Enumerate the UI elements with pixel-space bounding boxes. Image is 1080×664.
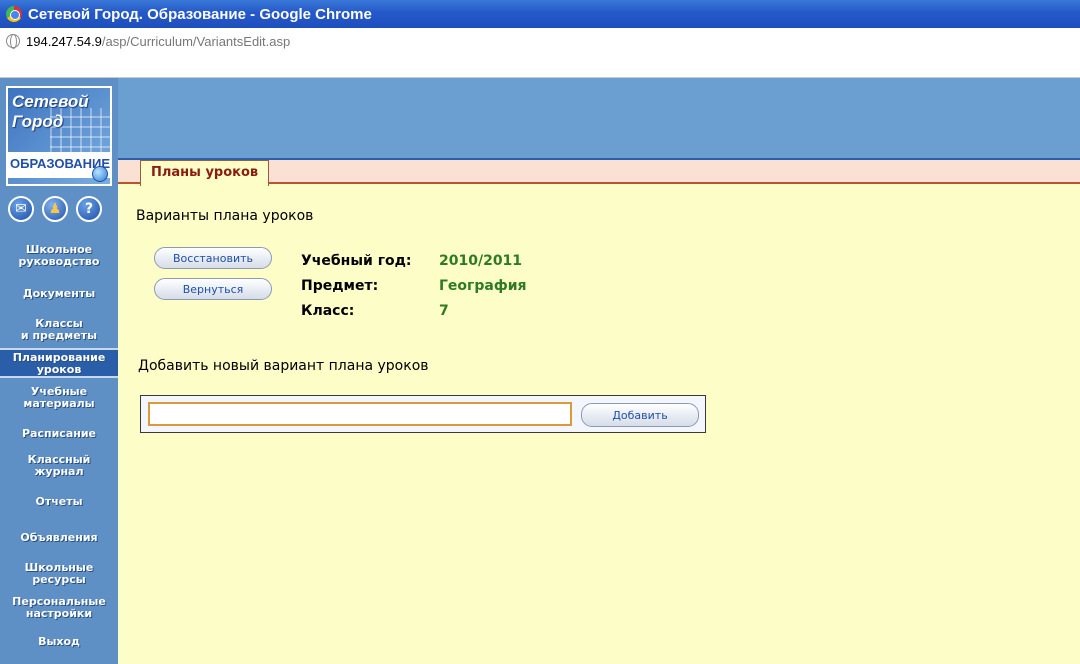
sidebar-item-label: журнал: [34, 465, 84, 478]
class-label: Класс:: [301, 302, 355, 319]
class-value: 7: [439, 302, 449, 319]
subject-value: География: [439, 277, 527, 294]
add-button[interactable]: Добавить: [581, 403, 699, 427]
site-logo[interactable]: Сетевой Город ОБРАЗОВАНИЕ: [6, 86, 112, 186]
page-header: [118, 78, 1080, 158]
sidebar-item-label: ресурсы: [32, 573, 86, 586]
mail-icon[interactable]: ✉: [8, 196, 34, 222]
variant-name-input[interactable]: [148, 402, 572, 426]
sidebar-item-label: руководство: [18, 255, 100, 268]
sidebar-item-settings[interactable]: Персональные настройки: [0, 596, 118, 620]
sidebar-item-documents[interactable]: Документы: [0, 288, 118, 300]
add-variant-title: Добавить новый вариант плана уроков: [138, 358, 429, 374]
sidebar-item-schedule[interactable]: Расписание: [0, 428, 118, 440]
info-row-year: Учебный год: 2010/2011: [301, 248, 527, 273]
year-value: 2010/2011: [439, 252, 523, 269]
subject-label: Предмет:: [301, 277, 379, 294]
url-row[interactable]: 194.247.54.9 /asp/Curriculum/VariantsEdi…: [6, 32, 290, 50]
year-label: Учебный год:: [301, 252, 412, 269]
window-title: Сетевой Город. Образование - Google Chro…: [28, 5, 372, 23]
sidebar-item-lesson-planning[interactable]: Планирование уроков: [0, 348, 118, 378]
info-row-class: Класс: 7: [301, 298, 527, 323]
return-button[interactable]: Вернуться: [154, 278, 272, 300]
main-content: Варианты плана уроков Восстановить Верну…: [118, 186, 1080, 664]
url-host: 194.247.54.9: [26, 33, 102, 49]
sidebar-item-school-management[interactable]: Школьное руководство: [0, 244, 118, 268]
info-row-subject: Предмет: География: [301, 273, 527, 298]
sidebar-item-label: Объявления: [20, 531, 98, 544]
sidebar-item-materials[interactable]: Учебные материалы: [0, 386, 118, 410]
tab-lesson-plans[interactable]: Планы уроков: [140, 160, 270, 186]
people-icon[interactable]: ♟: [42, 196, 68, 222]
address-bar[interactable]: 194.247.54.9 /asp/Curriculum/VariantsEdi…: [0, 28, 1080, 78]
window-titlebar: Сетевой Город. Образование - Google Chro…: [0, 0, 1080, 28]
sidebar-item-logout[interactable]: Выход: [0, 636, 118, 648]
help-icon[interactable]: ?: [76, 196, 102, 222]
globe-icon: [6, 34, 20, 49]
sidebar-item-resources[interactable]: Школьные ресурсы: [0, 562, 118, 586]
sidebar-item-label: Документы: [22, 287, 96, 300]
sidebar-item-label: настройки: [25, 607, 93, 620]
url-path: /asp/Curriculum/VariantsEdit.asp: [101, 33, 291, 49]
sidebar-item-label: Выход: [38, 635, 80, 648]
tab-strip: Планы уроков: [118, 160, 1080, 186]
plan-info: Учебный год: 2010/2011 Предмет: Географи…: [301, 248, 527, 323]
sidebar-item-label: материалы: [23, 397, 95, 410]
chrome-logo-icon: [6, 6, 22, 22]
restore-button[interactable]: Восстановить: [154, 247, 272, 269]
sidebar-item-announcements[interactable]: Объявления: [0, 532, 118, 544]
logo-globe-icon: [92, 166, 108, 182]
sidebar-item-reports[interactable]: Отчеты: [0, 496, 118, 508]
sidebar-item-label: Отчеты: [35, 495, 83, 508]
sidebar-item-label: и предметы: [20, 329, 98, 342]
add-variant-box: Добавить: [140, 395, 706, 433]
sidebar-item-classes[interactable]: Классы и предметы: [0, 318, 118, 342]
sidebar-item-label: Расписание: [21, 427, 97, 440]
page-title: Варианты плана уроков: [136, 208, 314, 224]
logo-line2: Город: [12, 112, 64, 131]
sidebar-item-label: уроков: [36, 363, 82, 376]
logo-line1: Сетевой: [12, 92, 89, 111]
sidebar: Сетевой Город ОБРАЗОВАНИЕ ✉ ♟ ? Школьное…: [0, 78, 118, 664]
sidebar-icon-row: ✉ ♟ ?: [8, 196, 112, 224]
sidebar-item-journal[interactable]: Классный журнал: [0, 454, 118, 478]
